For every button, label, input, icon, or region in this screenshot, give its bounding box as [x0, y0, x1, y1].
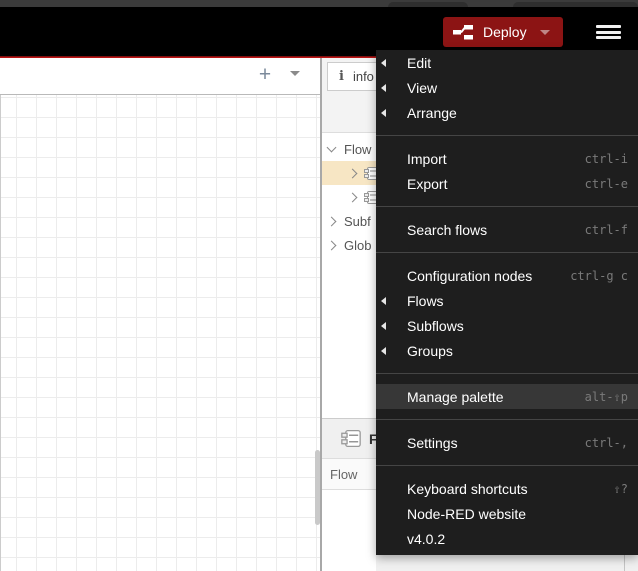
submenu-left-arrow-icon	[381, 346, 386, 355]
main-menu-hamburger-button[interactable]	[596, 25, 621, 39]
menu-item-label: Configuration nodes	[407, 267, 533, 284]
submenu-left-arrow-icon	[381, 83, 386, 92]
menu-separator	[376, 206, 638, 207]
menu-item-shortcut: ctrl-e	[584, 176, 628, 191]
menu-item-label: Export	[407, 175, 448, 192]
flow-canvas[interactable]	[0, 95, 321, 571]
deploy-button[interactable]: Deploy	[443, 17, 563, 47]
tree-item-label: Subf	[344, 213, 371, 229]
browser-chrome-strip	[0, 0, 638, 7]
menu-item-configuration-nodes[interactable]: Configuration nodes ctrl-g c	[376, 263, 638, 288]
hamburger-bar	[596, 36, 621, 39]
menu-item-view[interactable]: View	[376, 75, 638, 100]
menu-separator	[376, 465, 638, 466]
node-red-app: Deploy + i info Flow Subf Glob F Flow Ed…	[0, 0, 638, 571]
tab-info-label: info	[352, 69, 374, 84]
hamburger-bar	[596, 25, 621, 28]
submenu-left-arrow-icon	[381, 58, 386, 67]
menu-item-shortcut: ctrl-,	[584, 435, 628, 450]
menu-item-search-flows[interactable]: Search flows ctrl-f	[376, 217, 638, 242]
menu-item-version[interactable]: v4.0.2	[376, 526, 638, 551]
tree-item-label: Glob	[344, 237, 372, 253]
deploy-button-label: Deploy	[483, 24, 527, 40]
menu-item-node-red-website[interactable]: Node-RED website	[376, 501, 638, 526]
add-flow-button[interactable]: +	[252, 63, 278, 87]
menu-item-shortcut: ctrl-g c	[570, 268, 628, 283]
workspace-tab-bar: +	[0, 58, 320, 95]
menu-separator	[376, 419, 638, 420]
menu-item-label: Manage palette	[407, 388, 504, 405]
menu-item-shortcut: alt-⇧p	[584, 389, 628, 404]
menu-item-subflows[interactable]: Subflows	[376, 313, 638, 338]
submenu-left-arrow-icon	[381, 321, 386, 330]
deploy-nodes-icon	[453, 25, 473, 40]
flow-icon	[341, 430, 361, 447]
deploy-dropdown-caret-icon[interactable]	[539, 29, 550, 35]
menu-item-label: v4.0.2	[407, 530, 446, 547]
menu-item-shortcut: ctrl-i	[584, 151, 628, 166]
chevron-right-icon[interactable]	[326, 216, 337, 226]
menu-item-import[interactable]: Import ctrl-i	[376, 146, 638, 171]
menu-item-label: Import	[407, 150, 447, 167]
menu-item-manage-palette[interactable]: Manage palette alt-⇧p	[376, 384, 638, 409]
menu-item-label: Edit	[407, 54, 432, 71]
menu-item-label: Groups	[407, 342, 453, 359]
tree-item-label: Flow	[344, 141, 372, 157]
menu-item-groups[interactable]: Groups	[376, 338, 638, 363]
menu-item-shortcut: ctrl-f	[584, 222, 628, 237]
menu-item-label: Arrange	[407, 104, 457, 121]
app-header: Deploy	[0, 7, 638, 56]
menu-item-label: Keyboard shortcuts	[407, 480, 528, 497]
menu-separator	[376, 135, 638, 136]
sidebar-scrollbar-track-line	[624, 555, 625, 571]
menu-item-shortcut: ⇧?	[613, 481, 628, 496]
chevron-down-icon[interactable]	[326, 142, 337, 153]
submenu-left-arrow-icon	[381, 296, 386, 305]
menu-item-label: Search flows	[407, 221, 488, 238]
menu-item-label: View	[407, 79, 438, 96]
menu-item-label: Subflows	[407, 317, 464, 334]
menu-item-flows[interactable]: Flows	[376, 288, 638, 313]
submenu-left-arrow-icon	[381, 108, 386, 117]
hamburger-bar	[596, 30, 621, 34]
menu-item-label: Flows	[407, 292, 444, 309]
menu-item-edit[interactable]: Edit	[376, 50, 638, 75]
menu-item-keyboard-shortcuts[interactable]: Keyboard shortcuts ⇧?	[376, 476, 638, 501]
menu-item-label: Settings	[407, 434, 458, 451]
menu-item-label: Node-RED website	[407, 505, 527, 522]
chevron-right-icon[interactable]	[347, 168, 358, 178]
info-property-label: Flow	[330, 466, 358, 482]
flow-list-chevron-down-icon[interactable]	[290, 71, 300, 76]
menu-item-arrange[interactable]: Arrange	[376, 100, 638, 125]
sidebar-area-below-menu	[376, 555, 638, 571]
menu-separator	[376, 252, 638, 253]
chevron-right-icon[interactable]	[347, 192, 358, 202]
menu-item-export[interactable]: Export ctrl-e	[376, 171, 638, 196]
info-icon: i	[339, 69, 344, 84]
chevron-right-icon[interactable]	[326, 240, 337, 250]
main-dropdown-menu: Edit View Arrange Import ctrl-i Export c…	[376, 50, 638, 555]
menu-separator	[376, 373, 638, 374]
menu-item-settings[interactable]: Settings ctrl-,	[376, 430, 638, 455]
